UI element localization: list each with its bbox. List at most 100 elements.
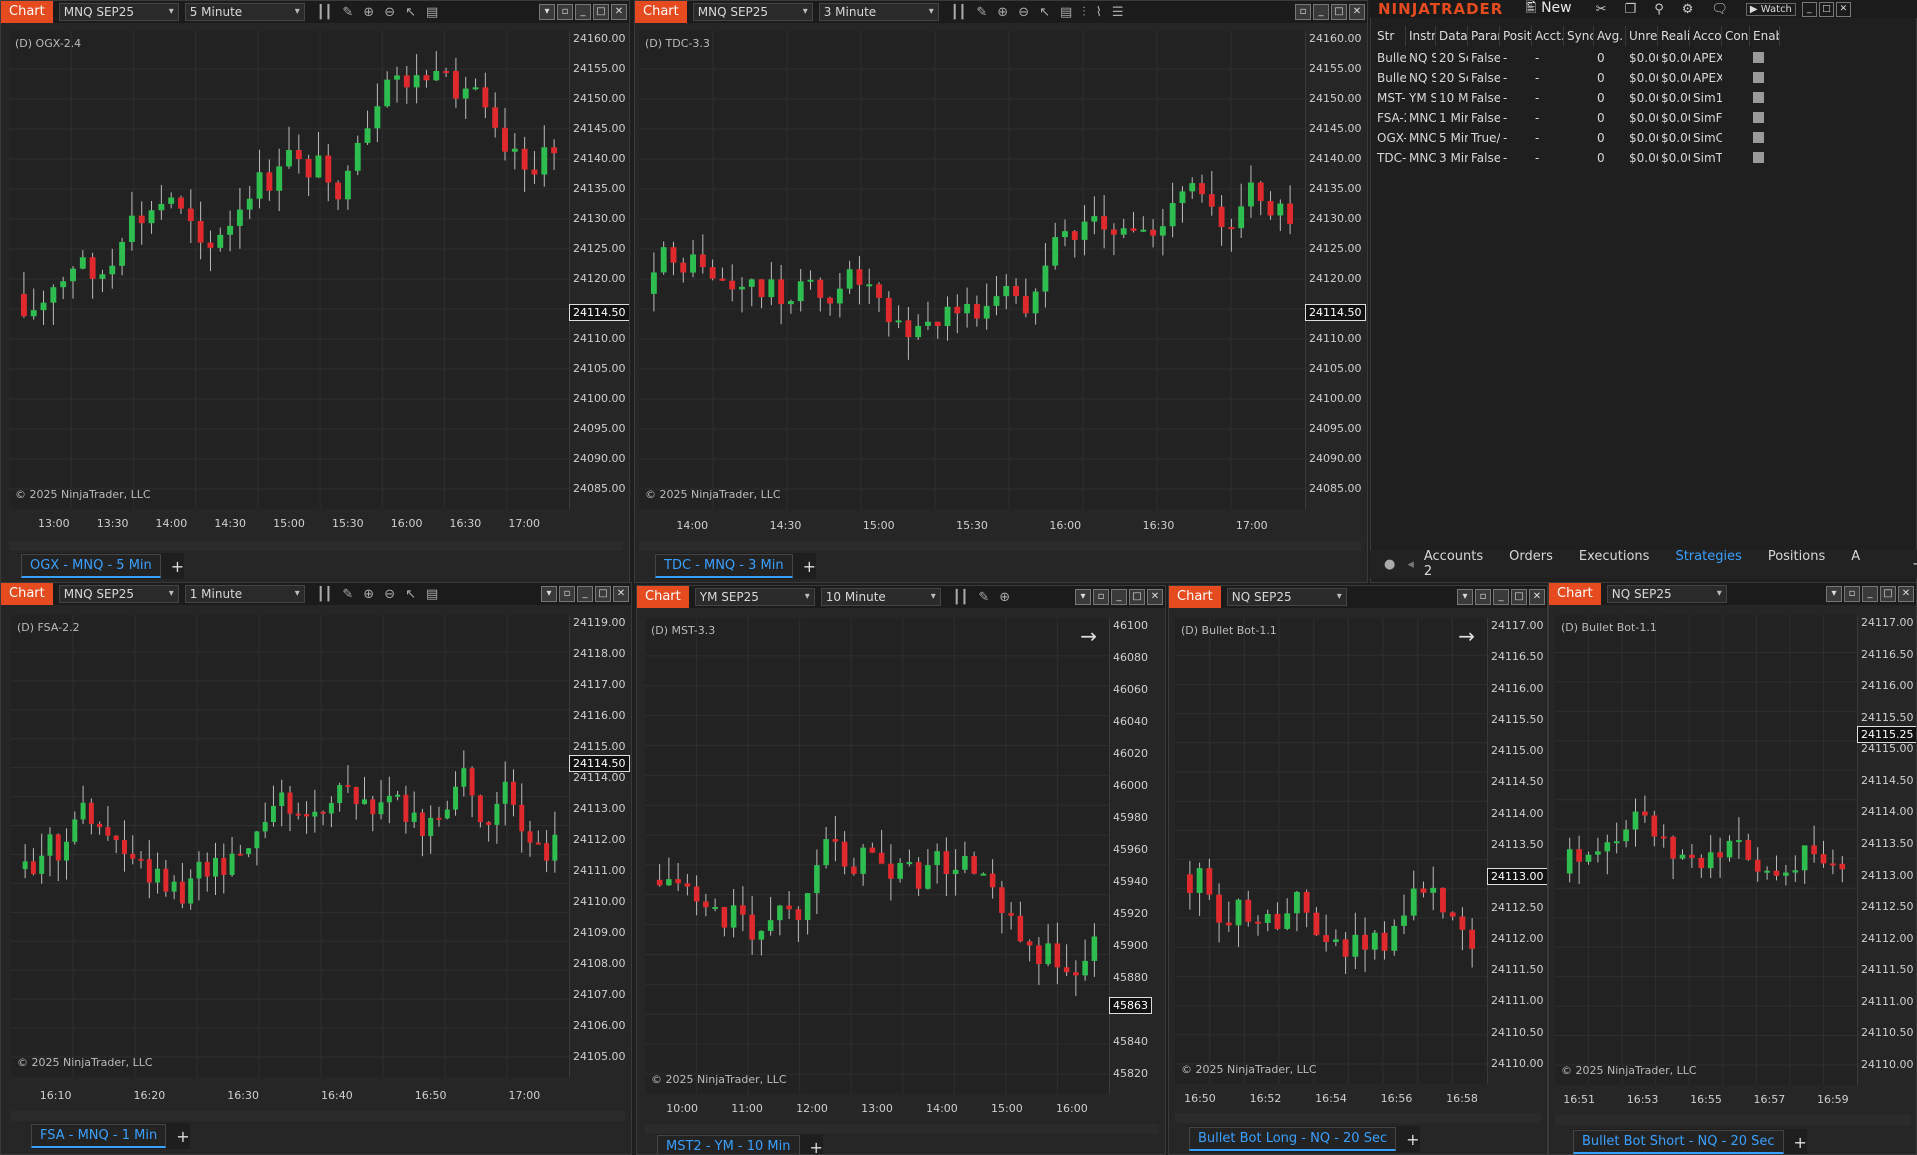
tile-icon[interactable]: ▫ (559, 586, 575, 602)
close-icon[interactable]: ✕ (611, 4, 627, 20)
time-axis[interactable]: 16:51 16:53 16:55 16:57 16:59 (1555, 1087, 1857, 1111)
zoom-in-icon[interactable]: ⊕ (997, 5, 1008, 20)
price-axis[interactable]: 24160.00 24155.00 24150.00 24145.00 24140.00… (569, 31, 629, 509)
strategies-icon[interactable]: ⌇ (1096, 5, 1102, 20)
strategy-row[interactable]: MST-YM S10 MFalse,--0$0.00$0.00Sim1 (1374, 88, 1917, 108)
strategy-row[interactable]: FSA-2MNC1 MirFalse,--0$0.00$0.00SimF (1374, 108, 1917, 128)
chevron-down-icon[interactable]: ▾ (929, 3, 934, 21)
minimize-icon[interactable]: _ (577, 586, 593, 602)
arrow-right-icon[interactable]: → (1458, 624, 1475, 648)
list-icon[interactable]: ☰ (1112, 5, 1124, 20)
close-icon[interactable]: ✕ (1147, 589, 1163, 605)
connections-icon[interactable]: ⚲ (1654, 2, 1664, 17)
add-tab-icon[interactable]: + (1794, 1133, 1807, 1152)
price-axis[interactable]: 24119.00 24118.00 24117.00 24116.00 24115.00… (569, 615, 631, 1077)
time-axis[interactable]: 14:00 14:30 15:00 15:30 16:00 16:30 17:00 (639, 513, 1305, 537)
chart-menu-tab[interactable]: Chart (1, 583, 53, 605)
zoom-in-icon[interactable]: ⊕ (363, 5, 374, 20)
add-tab-icon[interactable]: + (171, 557, 184, 576)
tile-icon[interactable]: ▫ (1475, 589, 1491, 605)
data-box-icon[interactable]: ▤ (1060, 5, 1072, 20)
chart-plot-area[interactable]: (D) Bullet Bot-1.1 © 2025 NinjaTrader, L… (1175, 618, 1488, 1084)
control-center-tab[interactable]: Orders (1509, 549, 1553, 579)
chart-tab-bullet-long[interactable]: Bullet Bot Long - NQ - 20 Sec (1189, 1127, 1397, 1151)
strategy-row[interactable]: BulletNQ S20 SeFalse,--0$0.00$0.00APEX (1374, 68, 1917, 88)
strategy-row[interactable]: OGX-MNC5 MirTrue/,--0$0.00$0.00SimC (1374, 128, 1917, 148)
interval-selector[interactable]: 3 Minute ▾ (818, 3, 939, 21)
indicators-icon[interactable]: ⫶ (1082, 5, 1085, 20)
price-axis[interactable]: 24117.00 24116.50 24116.00 24115.50 24115.00… (1857, 615, 1916, 1085)
interval-selector[interactable]: 5 Minute ▾ (184, 3, 305, 21)
dropdown-icon[interactable]: ▾ (541, 586, 557, 602)
add-tab-icon[interactable]: + (176, 1127, 189, 1146)
column-header[interactable]: Conn (1722, 26, 1750, 46)
draw-tool-icon[interactable]: ✎ (342, 5, 353, 20)
dropdown-icon[interactable]: ▾ (539, 4, 555, 20)
column-header[interactable]: Realiz (1658, 26, 1690, 46)
new-menu[interactable]: 🖺 New (1525, 0, 1571, 21)
price-axis[interactable]: 46100 46080 46060 46040 46020 46000 45980 45960… (1109, 618, 1165, 1094)
dropdown-icon[interactable]: ▾ (1457, 589, 1473, 605)
chart-plot-area[interactable]: (D) MST-3.3 © 2025 NinjaTrader, LLC → (645, 618, 1110, 1094)
watch-button[interactable]: ▶ Watch (1745, 2, 1796, 16)
strategy-row[interactable]: TDC-MNC3 MirFalse,--0$0.00$0.00SimT (1374, 148, 1917, 168)
time-axis[interactable]: 13:00 13:30 14:00 14:30 15:00 15:30 16:00 16:30… (9, 511, 569, 535)
enabled-checkbox[interactable] (1753, 52, 1764, 63)
chevron-down-icon[interactable]: ▾ (1337, 588, 1342, 606)
bar-type-icon[interactable]: ┃┃ (951, 5, 967, 20)
instrument-selector[interactable]: YM SEP25 ▾ (694, 588, 815, 606)
chart-menu-tab[interactable]: Chart (1549, 583, 1601, 605)
strategy-row[interactable]: BulletNQ S20 SeFalse,--0$0.00$0.00APEX (1374, 48, 1917, 68)
dropdown-icon[interactable]: ▾ (1826, 586, 1842, 602)
close-icon[interactable]: ✕ (613, 586, 629, 602)
control-center-tab[interactable]: Strategies (1675, 549, 1741, 579)
bar-type-icon[interactable]: ┃┃ (317, 587, 333, 602)
chevron-down-icon[interactable]: ▾ (295, 3, 300, 21)
pointer-icon[interactable]: ↖ (1039, 5, 1050, 20)
instrument-selector[interactable]: MNQ SEP25 ▾ (692, 3, 813, 21)
enabled-checkbox[interactable] (1753, 152, 1764, 163)
tab-scroll-left-icon[interactable]: ◂ (1407, 557, 1414, 572)
price-axis[interactable]: 24160.00 24155.00 24150.00 24145.00 24140.00… (1305, 31, 1367, 509)
chevron-down-icon[interactable]: ▾ (295, 585, 300, 603)
enabled-checkbox[interactable] (1753, 132, 1764, 143)
horizontal-scrollbar[interactable] (1555, 1115, 1911, 1125)
chart-plot-area[interactable]: (D) TDC-3.3 © 2025 NinjaTrader, LLC (639, 31, 1306, 509)
tile-icon[interactable]: ▫ (1295, 4, 1311, 20)
minimize-icon[interactable]: _ (575, 4, 591, 20)
help-icon[interactable]: 🗨 (1711, 2, 1728, 17)
horizontal-scrollbar[interactable] (645, 1124, 1159, 1134)
control-center-tab[interactable]: Positions (1768, 549, 1825, 579)
chart-tab-mst[interactable]: MST2 - YM - 10 Min (657, 1135, 800, 1154)
bar-type-icon[interactable]: ┃┃ (317, 5, 333, 20)
enabled-checkbox[interactable] (1753, 72, 1764, 83)
interval-selector[interactable]: 1 Minute ▾ (184, 585, 305, 603)
close-icon[interactable]: ✕ (1898, 586, 1914, 602)
horizontal-scrollbar[interactable] (639, 541, 1361, 551)
control-center-tab[interactable]: Accounts 2 (1424, 549, 1483, 579)
instrument-selector[interactable]: NQ SEP25 ▾ (1226, 588, 1347, 606)
time-axis[interactable]: 10:00 11:00 12:00 13:00 14:00 15:00 16:00 (645, 1096, 1109, 1120)
interval-selector[interactable]: 10 Minute ▾ (820, 588, 941, 606)
time-axis[interactable]: 16:50 16:52 16:54 16:56 16:58 (1175, 1086, 1487, 1110)
close-icon[interactable]: ✕ (1529, 589, 1545, 605)
close-icon[interactable]: ✕ (1349, 4, 1365, 20)
tile-icon[interactable]: ▫ (1093, 589, 1109, 605)
add-tab-icon[interactable]: + (810, 1138, 823, 1155)
draw-tool-icon[interactable]: ✎ (342, 587, 353, 602)
chart-menu-tab[interactable]: Chart (1, 1, 53, 23)
data-box-icon[interactable]: ▤ (426, 5, 438, 20)
column-header[interactable]: Unrea (1626, 26, 1658, 46)
chart-tab-tdc[interactable]: TDC - MNQ - 3 Min (655, 554, 793, 578)
close-icon[interactable]: ✕ (1835, 1, 1851, 17)
horizontal-scrollbar[interactable] (11, 1111, 625, 1121)
price-axis[interactable]: 24117.00 24116.50 24116.00 24115.50 24115.00… (1487, 618, 1547, 1084)
column-header[interactable]: Instru (1406, 26, 1436, 46)
zoom-in-icon[interactable]: ⊕ (999, 590, 1010, 605)
control-center-tab[interactable]: A (1851, 549, 1860, 579)
column-header[interactable]: Paran (1468, 26, 1500, 46)
chevron-down-icon[interactable]: ▾ (169, 585, 174, 603)
column-header[interactable]: Avg. (1594, 26, 1626, 46)
add-tab-icon[interactable]: + (803, 557, 816, 576)
column-header[interactable]: Acco (1690, 26, 1722, 46)
